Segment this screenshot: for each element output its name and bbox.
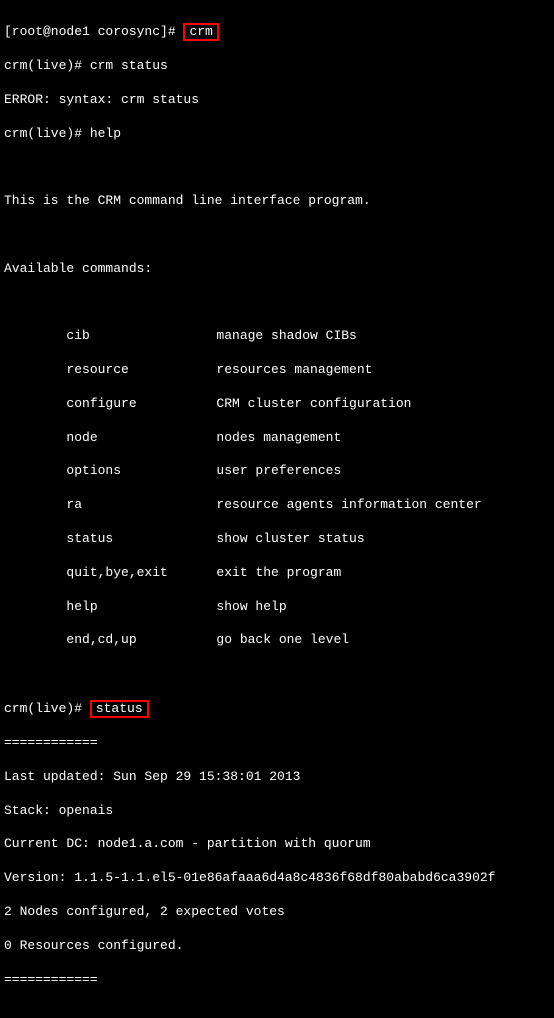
available-commands-header: Available commands:	[4, 261, 550, 278]
status-version: Version: 1.1.5-1.1.el5-01e86afaaa6d4a8c4…	[4, 870, 550, 887]
cmd-desc: exit the program	[216, 565, 341, 580]
cmd-desc: show cluster status	[216, 531, 364, 546]
cmd-name: status	[66, 531, 216, 548]
separator: ============	[4, 735, 550, 752]
intro-text: This is the CRM command line interface p…	[4, 193, 550, 210]
cmd-row: optionsuser preferences	[4, 463, 550, 480]
line-crm-status: crm(live)# crm status	[4, 58, 550, 75]
cmd-name: node	[66, 430, 216, 447]
status-stack: Stack: openais	[4, 803, 550, 820]
cmd-row: raresource agents information center	[4, 497, 550, 514]
cmd-row: statusshow cluster status	[4, 531, 550, 548]
cmd-desc: go back one level	[216, 632, 349, 647]
status-updated: Last updated: Sun Sep 29 15:38:01 2013	[4, 769, 550, 786]
cmd-row: configureCRM cluster configuration	[4, 396, 550, 413]
cmd-name: resource	[66, 362, 216, 379]
line-error: ERROR: syntax: crm status	[4, 92, 550, 109]
cmd-desc: resources management	[216, 362, 372, 377]
cmd-name: cib	[66, 328, 216, 345]
status-nodes: 2 Nodes configured, 2 expected votes	[4, 904, 550, 921]
cmd-desc: CRM cluster configuration	[216, 396, 411, 411]
cmd-row: quit,bye,exitexit the program	[4, 565, 550, 582]
terminal-output: [root@node1 corosync]# crm crm(live)# cr…	[0, 0, 554, 1018]
cmd-row: cibmanage shadow CIBs	[4, 328, 550, 345]
prompt-root: [root@node1 corosync]#	[4, 24, 183, 39]
cmd-desc: user preferences	[216, 463, 341, 478]
cmd-name: options	[66, 463, 216, 480]
prompt-crm-live: crm(live)#	[4, 701, 90, 716]
cmd-desc: manage shadow CIBs	[216, 328, 356, 343]
status-dc: Current DC: node1.a.com - partition with…	[4, 836, 550, 853]
cmd-desc: resource agents information center	[216, 497, 481, 512]
cmd-name: quit,bye,exit	[66, 565, 216, 582]
cmd-name: configure	[66, 396, 216, 413]
highlight-crm: crm	[183, 23, 218, 41]
status-resources: 0 Resources configured.	[4, 938, 550, 955]
cmd-row: end,cd,upgo back one level	[4, 632, 550, 649]
highlight-status: status	[90, 700, 149, 718]
separator: ============	[4, 972, 550, 989]
cmd-row: resourceresources management	[4, 362, 550, 379]
cmd-name: help	[66, 599, 216, 616]
cmd-row: nodenodes management	[4, 430, 550, 447]
cmd-desc: nodes management	[216, 430, 341, 445]
cmd-name: end,cd,up	[66, 632, 216, 649]
cmd-row: helpshow help	[4, 599, 550, 616]
cmd-desc: show help	[216, 599, 286, 614]
line-help: crm(live)# help	[4, 126, 550, 143]
cmd-name: ra	[66, 497, 216, 514]
